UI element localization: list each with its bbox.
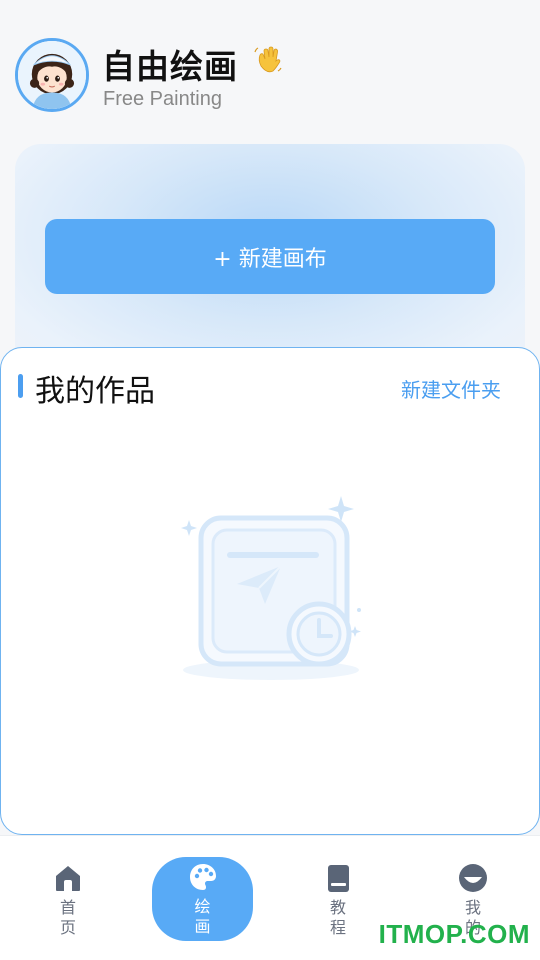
profile-icon [459, 864, 487, 892]
page-subtitle: Free Painting [103, 88, 222, 110]
my-works-panel: 我的作品 新建文件夹 [0, 347, 540, 835]
watermark: ITMOP.COM [378, 919, 530, 949]
nav-item-home[interactable]: 首页 [18, 858, 118, 942]
nav-label: 绘画 [194, 897, 211, 936]
page-title: 自由绘画 [102, 47, 238, 86]
nav-label: 首页 [59, 898, 76, 937]
new-canvas-button[interactable]: + 新建画布 [45, 219, 495, 294]
girl-avatar-icon [18, 41, 86, 109]
palette-icon [189, 864, 216, 890]
new-folder-button[interactable]: 新建文件夹 [401, 374, 501, 403]
header: 自由绘画 Free Painting [0, 0, 540, 130]
home-icon [56, 866, 80, 891]
empty-works-icon [181, 496, 361, 680]
section-title: 我的作品 [35, 374, 155, 409]
avatar[interactable] [15, 38, 89, 112]
book-icon [328, 865, 349, 892]
section-accent-bar [18, 374, 23, 398]
waving-hand-icon [254, 46, 282, 73]
nav-item-draw[interactable]: 绘画 [152, 857, 253, 941]
nav-item-tutorial[interactable]: 教程 [288, 858, 388, 942]
nav-label: 教程 [329, 898, 346, 937]
